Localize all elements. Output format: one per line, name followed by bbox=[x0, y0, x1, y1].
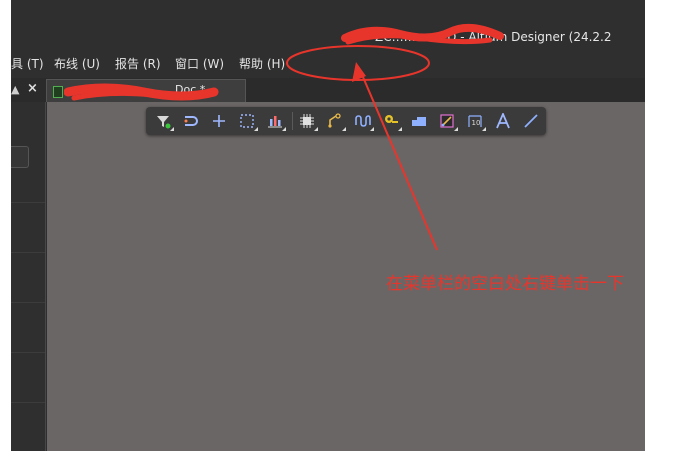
dropdown-corner-icon bbox=[170, 127, 174, 131]
bar-align-icon[interactable] bbox=[264, 110, 286, 132]
dropdown-corner-icon bbox=[314, 127, 318, 131]
panel-divider bbox=[11, 352, 45, 353]
pad-place-icon[interactable] bbox=[380, 110, 402, 132]
dropdown-corner-icon bbox=[342, 127, 346, 131]
left-panel bbox=[11, 102, 46, 451]
dropdown-corner-icon bbox=[482, 127, 486, 131]
panel-divider bbox=[11, 202, 45, 203]
dropdown-corner-icon bbox=[370, 127, 374, 131]
panel-search-field[interactable] bbox=[11, 146, 29, 168]
menu-bar[interactable]: 具 (T) 布线 (U) 报告 (R) 窗口 (W) 帮助 (H) bbox=[11, 52, 645, 74]
cross-place-icon[interactable] bbox=[208, 110, 230, 132]
active-bar-toolbar: 10 bbox=[146, 107, 546, 135]
panel-divider bbox=[11, 302, 45, 303]
menu-tools[interactable]: 具 (T) bbox=[11, 55, 44, 72]
pcb-document-icon bbox=[53, 86, 63, 98]
polygon-fill-icon[interactable] bbox=[408, 110, 430, 132]
menu-window[interactable]: 窗口 (W) bbox=[175, 55, 224, 72]
component-icon[interactable] bbox=[296, 110, 318, 132]
svg-text:10: 10 bbox=[472, 119, 481, 127]
dropdown-corner-icon bbox=[398, 127, 402, 131]
tab-pcb-document[interactable]: …………………………Doc * bbox=[46, 79, 246, 102]
dimension-icon[interactable]: 10 bbox=[464, 110, 486, 132]
title-bar: ZC…………ED - Altium Designer (24.2.2 bbox=[11, 0, 645, 50]
menu-route[interactable]: 布线 (U) bbox=[54, 55, 100, 72]
annotation-text: 在菜单栏的空白处右键单击一下 bbox=[386, 274, 624, 294]
menu-help[interactable]: 帮助 (H) bbox=[239, 55, 285, 72]
close-icon[interactable]: × bbox=[27, 81, 38, 96]
window-title: ZC…………ED - Altium Designer (24.2.2 bbox=[375, 30, 612, 44]
text-string-icon[interactable] bbox=[492, 110, 514, 132]
tab-label: …………………………Doc * bbox=[65, 83, 206, 96]
document-tab-bar: ▲ × …………………………Doc * bbox=[11, 78, 645, 102]
region-icon[interactable] bbox=[436, 110, 458, 132]
select-region-icon[interactable] bbox=[236, 110, 258, 132]
menu-reports[interactable]: 报告 (R) bbox=[115, 55, 161, 72]
toolbar-separator bbox=[292, 112, 293, 130]
via-route-icon[interactable] bbox=[324, 110, 346, 132]
panel-divider bbox=[11, 252, 45, 253]
filter-icon[interactable] bbox=[152, 110, 174, 132]
dropdown-corner-icon bbox=[254, 127, 258, 131]
length-tune-icon[interactable] bbox=[352, 110, 374, 132]
interactive-route-icon[interactable] bbox=[180, 110, 202, 132]
altium-designer-window: ZC…………ED - Altium Designer (24.2.2 具 (T)… bbox=[11, 0, 645, 451]
dropdown-corner-icon bbox=[454, 127, 458, 131]
pin-icon[interactable]: ▲ bbox=[11, 83, 19, 96]
dropdown-corner-icon bbox=[282, 127, 286, 131]
line-icon[interactable] bbox=[520, 110, 542, 132]
panel-divider bbox=[11, 402, 45, 403]
